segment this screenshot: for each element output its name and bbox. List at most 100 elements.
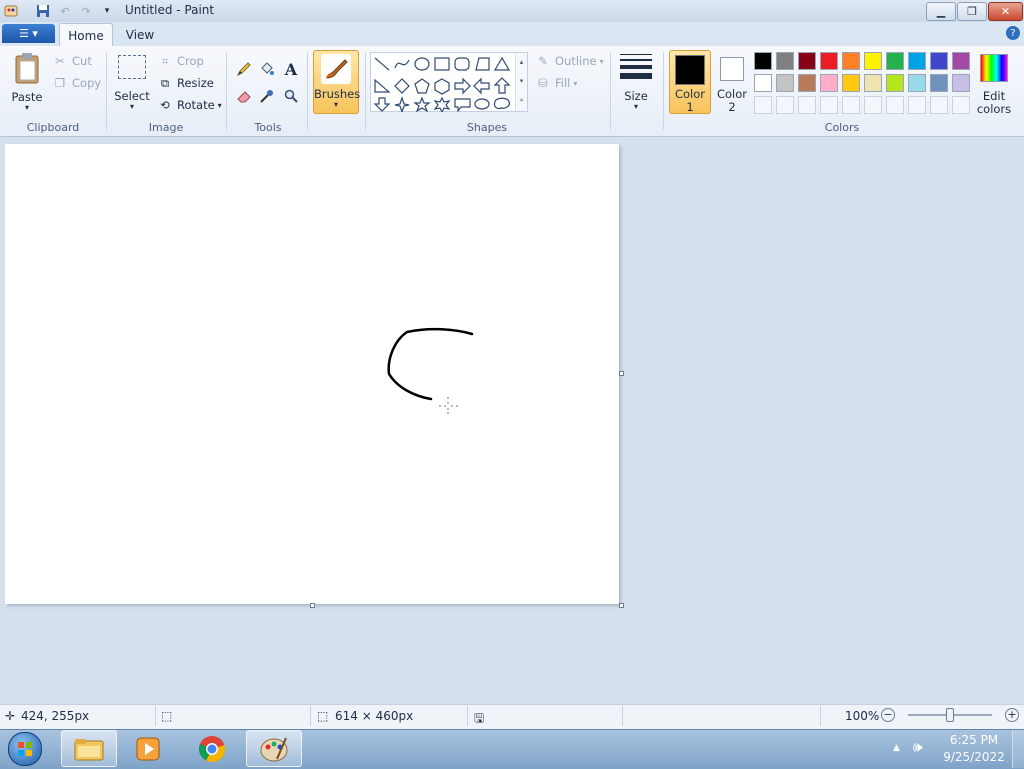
- window-title: Untitled - Paint: [125, 3, 215, 17]
- palette-swatch[interactable]: [930, 52, 948, 70]
- crop-label: Crop: [177, 54, 204, 68]
- palette-swatch[interactable]: [776, 52, 794, 70]
- zoom-out-button[interactable]: −: [881, 708, 895, 722]
- brushes-button[interactable]: Brushes ▾: [313, 50, 360, 114]
- minus-icon: −: [883, 708, 893, 721]
- crop-button[interactable]: ⌗ Crop: [157, 52, 204, 70]
- eraser-icon[interactable]: [234, 86, 254, 106]
- status-divider: [622, 706, 623, 726]
- palette-swatch[interactable]: [864, 74, 882, 92]
- drawing-canvas[interactable]: [5, 144, 619, 604]
- palette-empty-swatch[interactable]: [754, 96, 772, 114]
- palette-swatch[interactable]: [754, 74, 772, 92]
- show-desktop-button[interactable]: [1012, 730, 1024, 768]
- close-button[interactable]: ✕: [988, 2, 1023, 21]
- paint-palette-icon: [260, 737, 288, 761]
- resize-label: Resize: [177, 76, 214, 90]
- color-picker-icon[interactable]: [257, 86, 277, 106]
- outline-button[interactable]: ✎ Outline ▾: [535, 52, 603, 70]
- group-divider: [106, 52, 107, 130]
- volume-icon[interactable]: 🕪: [913, 738, 922, 756]
- clipboard-group-label: Clipboard: [26, 121, 80, 134]
- palette-swatch[interactable]: [842, 52, 860, 70]
- palette-empty-swatch[interactable]: [798, 96, 816, 114]
- magnifier-icon[interactable]: [281, 86, 301, 106]
- palette-swatch[interactable]: [908, 74, 926, 92]
- zoom-slider[interactable]: [908, 708, 992, 722]
- palette-swatch[interactable]: [908, 52, 926, 70]
- minimize-button[interactable]: ▁: [926, 2, 956, 21]
- copy-button[interactable]: ❐ Copy: [52, 74, 101, 92]
- color-palette: [754, 52, 974, 116]
- palette-swatch[interactable]: [886, 52, 904, 70]
- taskbar-media-player[interactable]: [120, 730, 176, 767]
- clock-date[interactable]: 9/25/2022: [940, 750, 1008, 764]
- fill-bucket-icon[interactable]: [257, 59, 277, 79]
- palette-swatch[interactable]: [798, 52, 816, 70]
- palette-swatch[interactable]: [864, 52, 882, 70]
- select-button[interactable]: Select ▾: [113, 52, 151, 114]
- palette-swatch[interactable]: [886, 74, 904, 92]
- restore-button[interactable]: ❐: [957, 2, 987, 21]
- color2-number: 2: [728, 100, 736, 114]
- clock-time[interactable]: 6:25 PM: [944, 733, 1004, 747]
- fill-button[interactable]: ⛁ Fill ▾: [535, 74, 577, 92]
- text-tool-icon[interactable]: A: [281, 59, 301, 79]
- paste-dropdown-icon: ▾: [24, 103, 29, 112]
- palette-empty-swatch[interactable]: [776, 96, 794, 114]
- edit-colors-label-2: colors: [976, 102, 1012, 116]
- color2-button[interactable]: Color 2: [713, 50, 751, 114]
- zoom-slider-thumb[interactable]: [946, 708, 954, 722]
- folder-icon: [74, 738, 104, 760]
- size-button[interactable]: Size ▾: [617, 50, 655, 114]
- palette-swatch[interactable]: [776, 74, 794, 92]
- palette-swatch[interactable]: [930, 74, 948, 92]
- show-hidden-icons-icon[interactable]: ▲: [893, 743, 900, 753]
- color2-swatch: [720, 57, 744, 81]
- palette-swatch[interactable]: [798, 74, 816, 92]
- pencil-tool-icon[interactable]: [234, 59, 254, 79]
- menu-icon: ☰ ▾: [19, 27, 38, 40]
- cut-button[interactable]: ✂ Cut: [52, 52, 92, 70]
- undo-icon[interactable]: ↶: [57, 3, 73, 19]
- taskbar-explorer[interactable]: [61, 730, 117, 767]
- palette-empty-swatch[interactable]: [864, 96, 882, 114]
- palette-swatch[interactable]: [754, 52, 772, 70]
- palette-swatch[interactable]: [820, 74, 838, 92]
- rotate-button[interactable]: ⟲ Rotate ▾: [157, 96, 222, 114]
- customize-quick-access-icon[interactable]: ▾: [99, 3, 115, 19]
- redo-icon[interactable]: ↷: [78, 3, 94, 19]
- start-button[interactable]: [4, 731, 46, 767]
- palette-empty-swatch[interactable]: [952, 96, 970, 114]
- fill-label: Fill: [555, 76, 571, 90]
- tab-home[interactable]: Home: [59, 23, 113, 47]
- group-divider: [663, 52, 664, 130]
- palette-empty-swatch[interactable]: [820, 96, 838, 114]
- taskbar-paint[interactable]: [246, 730, 302, 767]
- palette-empty-swatch[interactable]: [886, 96, 904, 114]
- palette-empty-swatch[interactable]: [930, 96, 948, 114]
- palette-empty-swatch[interactable]: [842, 96, 860, 114]
- shapes-gallery-icons[interactable]: [373, 54, 519, 112]
- palette-swatch[interactable]: [952, 74, 970, 92]
- resize-handle-right[interactable]: [619, 371, 624, 376]
- paste-button[interactable]: Paste ▾: [8, 50, 46, 114]
- shapes-scroll[interactable]: ▴ ▾ ⩡: [515, 53, 527, 111]
- save-icon[interactable]: [35, 3, 51, 19]
- palette-swatch[interactable]: [820, 52, 838, 70]
- palette-empty-swatch[interactable]: [908, 96, 926, 114]
- help-icon[interactable]: ?: [1006, 26, 1020, 40]
- palette-swatch[interactable]: [952, 52, 970, 70]
- resize-button[interactable]: ⧉ Resize: [157, 74, 214, 92]
- palette-swatch[interactable]: [842, 74, 860, 92]
- select-label: Select: [114, 89, 150, 103]
- paint-app-icon[interactable]: [3, 3, 19, 19]
- zoom-in-button[interactable]: +: [1005, 708, 1019, 722]
- color1-button[interactable]: Color 1: [669, 50, 711, 114]
- resize-handle-corner[interactable]: [619, 603, 624, 608]
- resize-handle-bottom[interactable]: [310, 603, 315, 608]
- taskbar-chrome[interactable]: [184, 730, 240, 767]
- paint-menu-button[interactable]: ☰ ▾: [2, 24, 55, 43]
- tab-view[interactable]: View: [118, 23, 162, 46]
- edit-colors-button[interactable]: Edit colors: [976, 52, 1012, 116]
